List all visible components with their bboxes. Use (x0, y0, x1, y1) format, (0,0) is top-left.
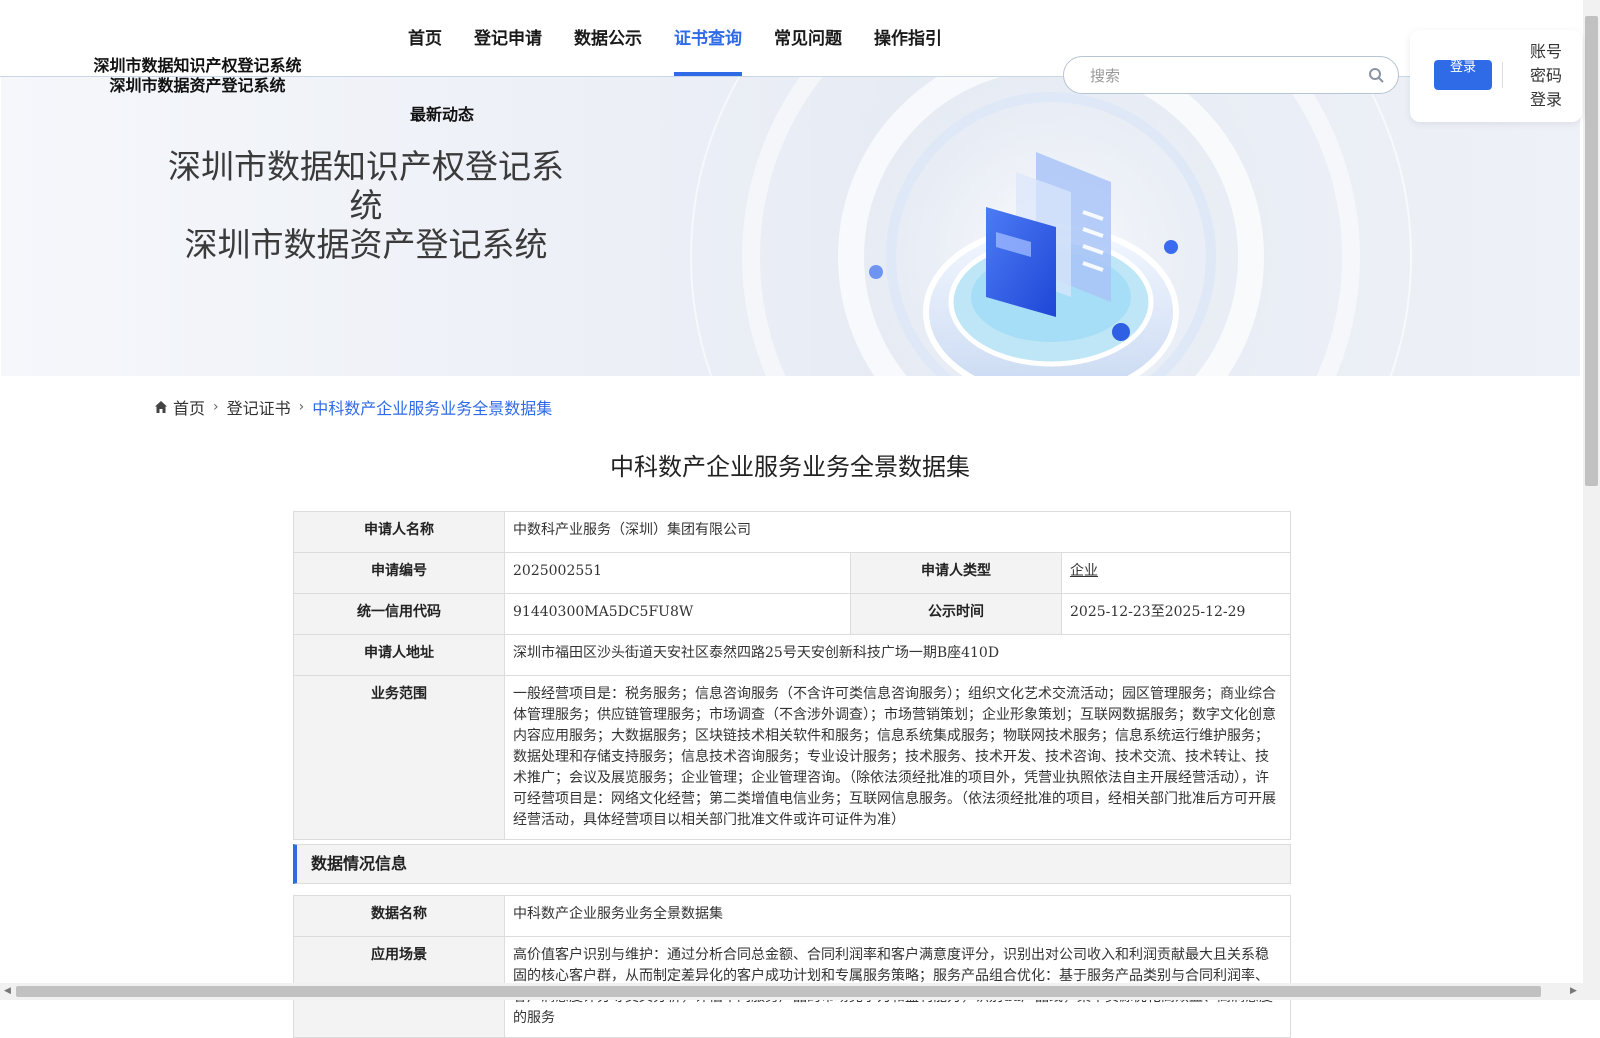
chevron-right-icon: › (298, 399, 305, 415)
credit-code-value: 91440300MA5DC5FU8W (504, 593, 851, 635)
data-info-table: 数据名称 中科数产企业服务业务全景数据集 应用场景 高价值客户识别与维护：通过分… (293, 895, 1291, 1038)
nav-operation-guide[interactable]: 操作指引 (874, 0, 942, 76)
scroll-left-arrow-icon[interactable]: ◀ (4, 986, 11, 996)
login-divider (1502, 62, 1503, 88)
data-name-value: 中科数产企业服务业务全景数据集 (504, 895, 1291, 937)
table-row: 数据名称 中科数产企业服务业务全景数据集 (293, 895, 1291, 937)
search-icon[interactable] (1368, 67, 1384, 83)
credit-code-label: 统一信用代码 (293, 593, 505, 635)
banner-illustration (690, 77, 1412, 376)
vertical-scroll-thumb[interactable] (1585, 16, 1598, 486)
data-name-label: 数据名称 (293, 895, 505, 937)
banner-title-line-1: 深圳市数据知识产权登记系统 (168, 147, 564, 225)
table-row: 申请人名称 中数科产业服务（深圳）集团有限公司 (293, 511, 1291, 553)
breadcrumb: 首页 › 登记证书 › 中科数产企业服务业务全景数据集 (154, 395, 552, 419)
banner-title-line-2: 深圳市数据资产登记系统 (184, 225, 548, 264)
business-scope-value: 一般经营项目是：税务服务；信息咨询服务（不含许可类信息咨询服务）；组织文化艺术交… (504, 675, 1291, 840)
brand-line-1: 深圳市数据知识产权登记系统 (93, 56, 302, 75)
horizontal-scrollbar[interactable]: ◀ ▶ (0, 983, 1583, 1000)
main-nav: 首页 登记申请 数据公示 证书查询 常见问题 操作指引 (408, 0, 974, 76)
hero-banner: 深圳市数据知识产权登记系统 深圳市数据资产登记系统 (1, 77, 1580, 376)
brand-line-2: 深圳市数据资产登记系统 (109, 76, 286, 95)
search-box (1063, 56, 1399, 94)
business-scope-label: 业务范围 (293, 675, 505, 840)
applicant-info-table: 申请人名称 中数科产业服务（深圳）集团有限公司 申请编号 2025002551 … (293, 511, 1291, 840)
applicant-address-label: 申请人地址 (293, 634, 505, 676)
nav-data-publicity[interactable]: 数据公示 (574, 0, 642, 76)
page-title: 中科数产企业服务业务全景数据集 (610, 453, 970, 481)
application-number-label: 申请编号 (293, 552, 505, 594)
scroll-right-arrow-icon[interactable]: ▶ (1570, 986, 1577, 996)
breadcrumb-current: 中科数产企业服务业务全景数据集 (312, 399, 553, 418)
applicant-type-value: 企业 (1061, 552, 1291, 594)
nav-faq[interactable]: 常见问题 (774, 0, 842, 76)
data-info-section-header: 数据情况信息 (293, 844, 1291, 884)
publicity-time-value: 2025-12-23至2025-12-29 (1061, 593, 1291, 635)
chevron-right-icon: › (213, 399, 219, 415)
password-login-link[interactable]: 账号密码登录 (1530, 40, 1570, 112)
brand-logo[interactable]: 深圳市数据知识产权登记系统 深圳市数据资产登记系统 (90, 56, 305, 96)
table-row: 申请编号 2025002551 申请人类型 企业 (293, 552, 1291, 594)
applicant-name-label: 申请人名称 (293, 511, 505, 553)
table-row: 申请人地址 深圳市福田区沙头街道天安社区泰然四路25号天安创新科技广场一期B座4… (293, 634, 1291, 676)
applicant-type-label: 申请人类型 (850, 552, 1062, 594)
breadcrumb-home[interactable]: 首页 (173, 395, 205, 419)
latest-news-link[interactable]: 最新动态 (410, 101, 474, 125)
login-button[interactable]: 登录 (1434, 60, 1492, 90)
publicity-time-label: 公示时间 (850, 593, 1062, 635)
applicant-address-value: 深圳市福田区沙头街道天安社区泰然四路25号天安创新科技广场一期B座410D (504, 634, 1291, 676)
applicant-name-value: 中数科产业服务（深圳）集团有限公司 (504, 511, 1291, 553)
vertical-scrollbar[interactable] (1583, 0, 1600, 1000)
home-icon (155, 401, 167, 413)
nav-certificate-query[interactable]: 证书查询 (674, 0, 742, 76)
table-row: 业务范围 一般经营项目是：税务服务；信息咨询服务（不含许可类信息咨询服务）；组织… (293, 675, 1291, 840)
breadcrumb-certificates[interactable]: 登记证书 (227, 395, 291, 419)
nav-home[interactable]: 首页 (408, 0, 442, 76)
application-number-value: 2025002551 (504, 552, 851, 594)
search-input[interactable] (1088, 65, 1362, 87)
table-row: 统一信用代码 91440300MA5DC5FU8W 公示时间 2025-12-2… (293, 593, 1291, 635)
nav-registration-apply[interactable]: 登记申请 (474, 0, 542, 76)
banner-title: 深圳市数据知识产权登记系统 深圳市数据资产登记系统 (161, 147, 571, 264)
horizontal-scroll-thumb[interactable] (16, 986, 1541, 997)
login-panel: 登录 账号密码登录 (1410, 30, 1582, 122)
